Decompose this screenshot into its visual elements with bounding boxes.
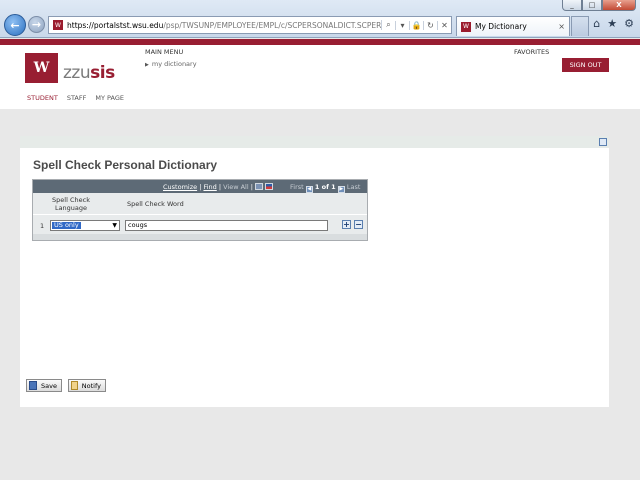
back-button[interactable]: ←: [4, 14, 26, 36]
tab-favicon-icon: W: [461, 21, 471, 32]
breadcrumb[interactable]: ▶ my dictionary: [145, 60, 197, 68]
language-select[interactable]: US only ▼: [50, 220, 120, 231]
browser-chrome: _ □ X ← → W https://portalstst.wsu.edu/p…: [0, 0, 640, 38]
download-excel-icon[interactable]: [265, 183, 274, 190]
minimize-button[interactable]: _: [562, 0, 582, 11]
browser-tab[interactable]: W My Dictionary ×: [456, 16, 570, 36]
grid-header-bar: Customize | Find | View All | First ◀ 1 …: [33, 180, 367, 193]
first-link[interactable]: First: [290, 183, 304, 191]
dropdown-icon[interactable]: ▾: [395, 20, 409, 30]
close-window-button[interactable]: X: [602, 0, 636, 11]
nav-staff[interactable]: STAFF: [67, 94, 87, 102]
chevron-down-icon[interactable]: ▼: [112, 222, 117, 229]
save-button[interactable]: Save: [26, 379, 62, 392]
zzusis-logo: zzusis: [63, 63, 115, 83]
top-nav: STUDENT STAFF MY PAGE: [27, 94, 124, 102]
delete-row-button[interactable]: −: [354, 220, 363, 229]
stop-icon[interactable]: ✕: [437, 20, 451, 30]
page-range: 1 of 1: [314, 183, 336, 191]
tab-close-icon[interactable]: ×: [558, 22, 565, 31]
find-link[interactable]: Find: [203, 183, 216, 191]
notify-button[interactable]: Notify: [68, 379, 106, 392]
lock-icon[interactable]: 🔒: [409, 20, 423, 30]
address-url[interactable]: https://portalstst.wsu.edu/psp/TWSUNP/EM…: [67, 21, 381, 30]
next-arrow-icon[interactable]: ▶: [337, 186, 345, 193]
page: W zzusis MAIN MENU ▶ my dictionary FAVORI…: [0, 39, 640, 480]
main-menu-link[interactable]: MAIN MENU: [145, 48, 183, 56]
customize-link[interactable]: Customize: [163, 183, 197, 191]
row-number: 1: [40, 222, 45, 230]
back-arrow-icon: ←: [10, 18, 20, 32]
save-icon: [29, 381, 38, 390]
favorites-link[interactable]: FAVORITES: [514, 48, 549, 56]
panel-toolbar: [20, 136, 609, 148]
forward-arrow-icon: →: [31, 18, 42, 31]
site-header: W zzusis MAIN MENU ▶ my dictionary FAVORI…: [0, 45, 640, 109]
window-controls: _ □ X: [562, 0, 636, 11]
nav-student[interactable]: STUDENT: [27, 94, 58, 102]
browser-tools: ⌂ ★ ⚙: [593, 17, 634, 30]
breadcrumb-arrow-icon: ▶: [145, 62, 149, 68]
site-favicon-icon: W: [53, 20, 63, 30]
add-row-button[interactable]: +: [342, 220, 351, 229]
panel-options-icon[interactable]: [599, 138, 607, 146]
page-title: Spell Check Personal Dictionary: [33, 158, 218, 172]
dictionary-grid: Customize | Find | View All | First ◀ 1 …: [32, 179, 368, 241]
save-label: Save: [41, 381, 57, 390]
language-select-value: US only: [52, 221, 81, 229]
grid-footer: [33, 234, 367, 240]
tab-title: My Dictionary: [475, 22, 527, 31]
prev-arrow-icon[interactable]: ◀: [305, 186, 313, 193]
column-header-language: Spell Check Language: [52, 196, 90, 212]
view-all-link[interactable]: View All: [223, 183, 249, 191]
wsu-logo-icon: W: [25, 53, 58, 83]
favorites-icon[interactable]: ★: [607, 17, 617, 30]
notify-icon: [71, 381, 78, 390]
notify-label: Notify: [81, 381, 101, 390]
column-header-word: Spell Check Word: [127, 200, 184, 208]
settings-icon[interactable]: ⚙: [624, 17, 634, 30]
row-divider: [33, 214, 367, 215]
maximize-button[interactable]: □: [582, 0, 602, 11]
new-window-icon[interactable]: [255, 183, 263, 190]
search-icon[interactable]: ⌕: [381, 20, 395, 30]
last-link[interactable]: Last: [347, 183, 361, 191]
forward-button[interactable]: →: [28, 16, 45, 33]
refresh-icon[interactable]: ↻: [423, 20, 437, 30]
address-bar[interactable]: W https://portalstst.wsu.edu/psp/TWSUNP/…: [48, 16, 452, 34]
home-icon[interactable]: ⌂: [593, 17, 600, 30]
content-panel: [20, 136, 609, 407]
spell-check-word-input[interactable]: cougs: [125, 220, 328, 231]
new-tab-button[interactable]: [571, 16, 589, 36]
nav-my-page[interactable]: MY PAGE: [95, 94, 124, 102]
sign-out-button[interactable]: SIGN OUT: [562, 58, 609, 72]
